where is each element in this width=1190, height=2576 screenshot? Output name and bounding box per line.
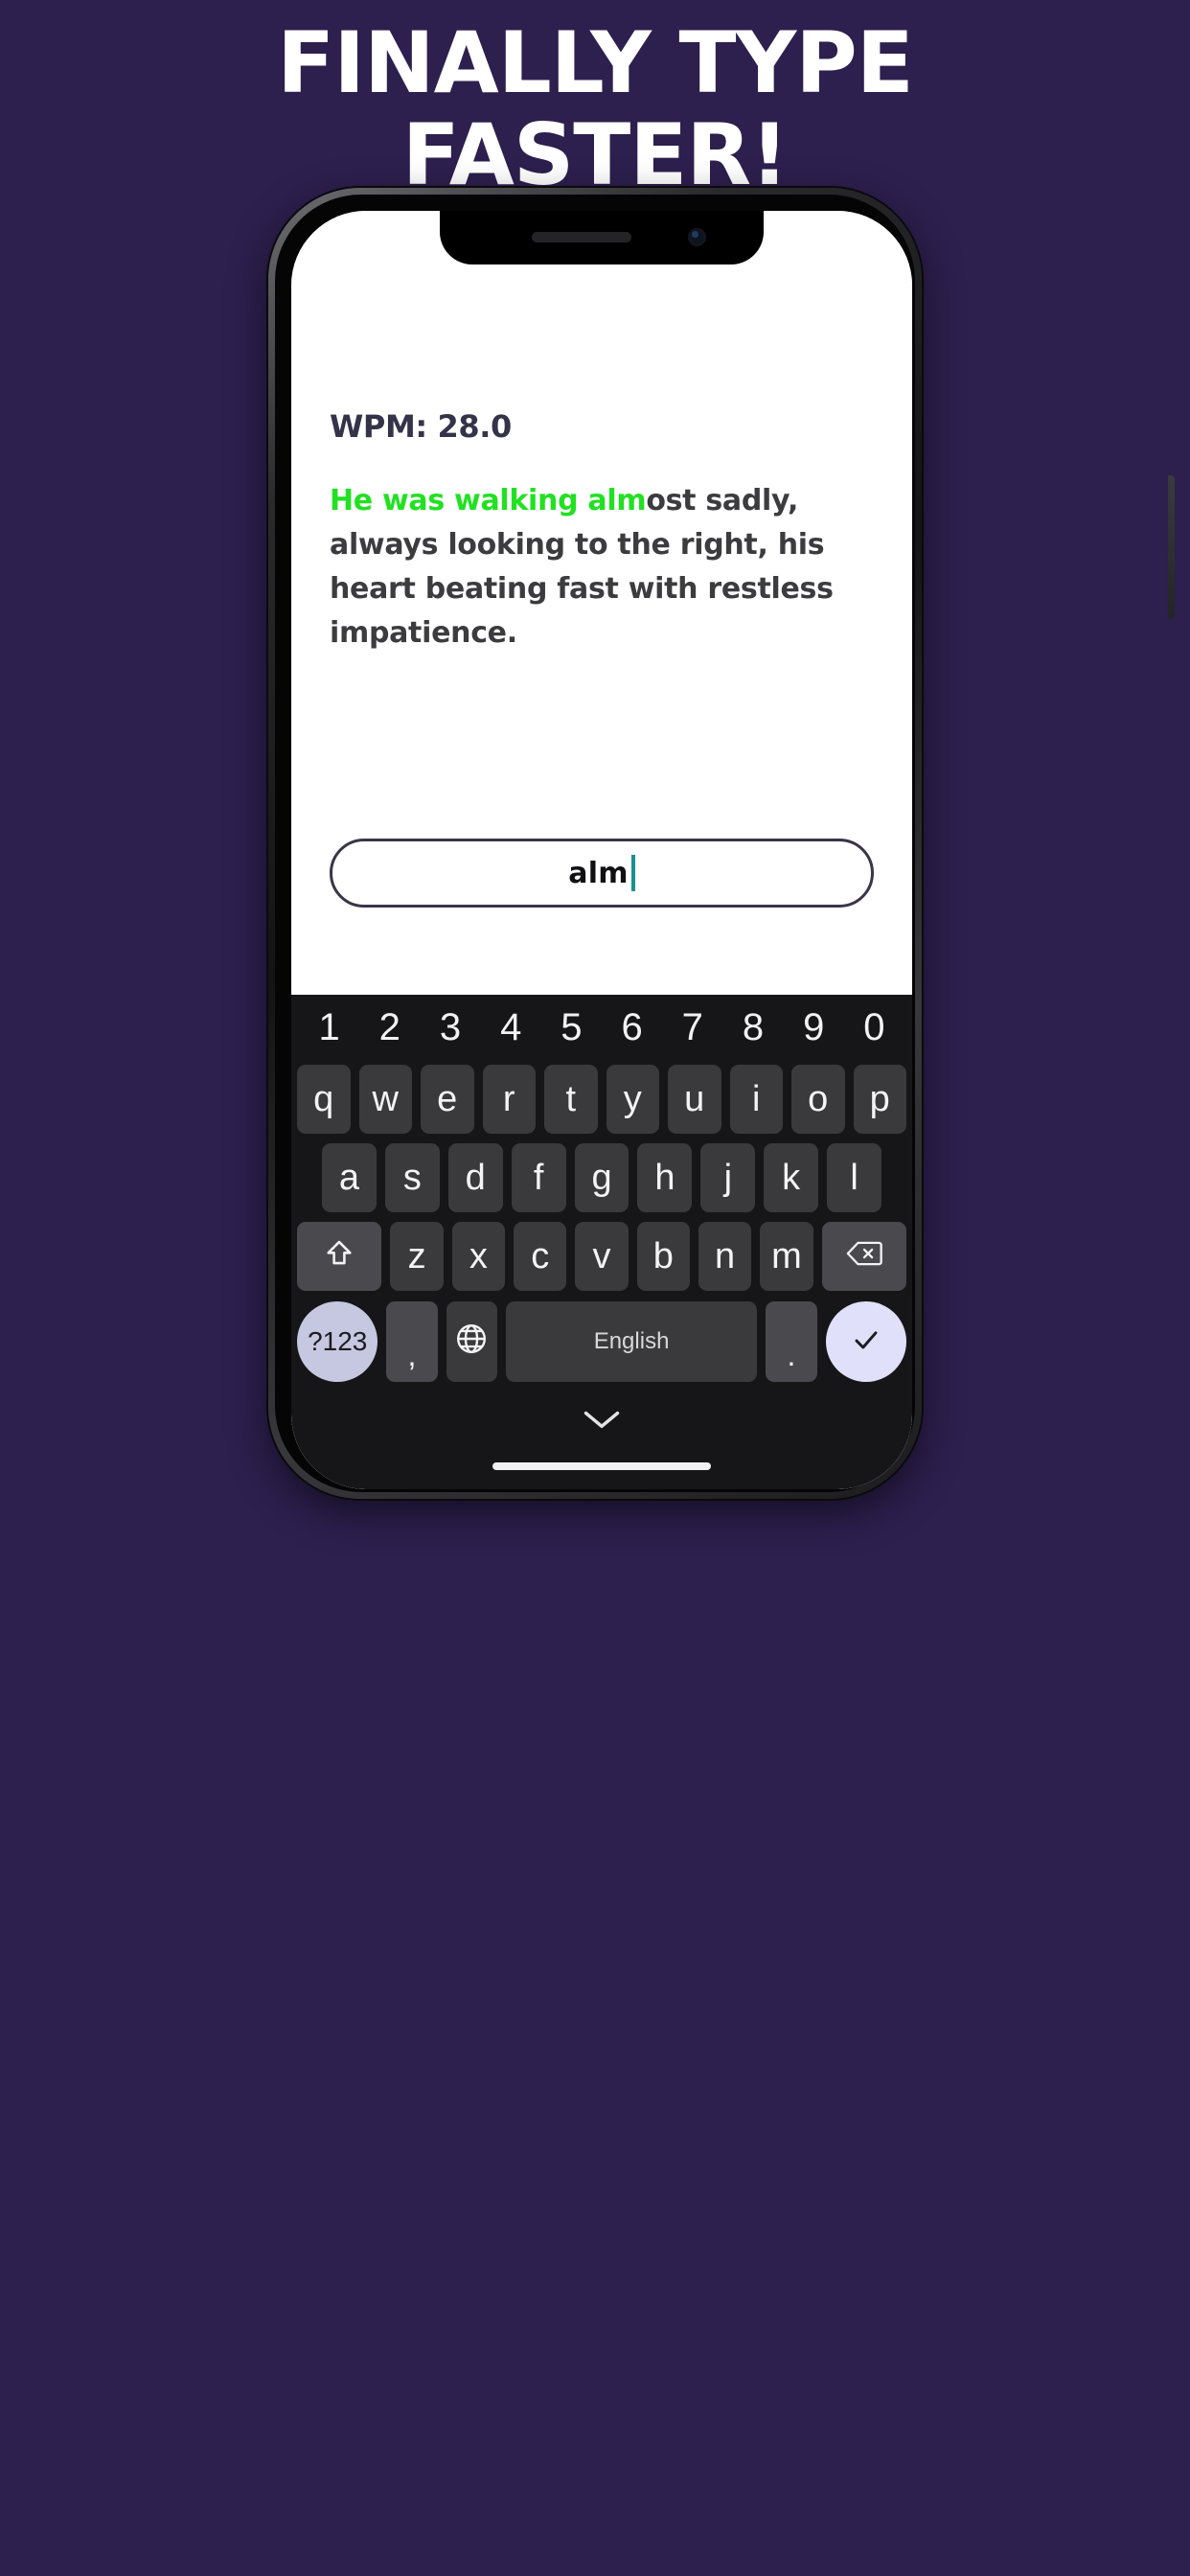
checkmark-icon: [848, 1324, 884, 1360]
power-button[interactable]: [1168, 475, 1175, 619]
phone-screen: WPM: 28.0 He was walking almost sadly, a…: [291, 211, 912, 1489]
home-indicator: [492, 1462, 711, 1470]
shift-up-arrow-icon: [323, 1237, 355, 1276]
key-n[interactable]: n: [698, 1222, 752, 1291]
hide-keyboard-row: [291, 1388, 912, 1455]
key-t[interactable]: t: [544, 1065, 598, 1134]
backspace-delete-icon: [846, 1238, 882, 1275]
key-e[interactable]: e: [421, 1065, 474, 1134]
shift-key[interactable]: [297, 1222, 382, 1291]
keyboard-number-row: 1 2 3 4 5 6 7 8 9 0: [291, 995, 912, 1060]
key-k[interactable]: k: [764, 1143, 819, 1212]
key-8[interactable]: 8: [722, 995, 783, 1060]
key-r[interactable]: r: [482, 1065, 536, 1134]
key-u[interactable]: u: [668, 1065, 721, 1134]
phone-notch: [440, 211, 764, 264]
key-7[interactable]: 7: [662, 995, 722, 1060]
key-y[interactable]: y: [606, 1065, 659, 1134]
key-5[interactable]: 5: [541, 995, 602, 1060]
key-3[interactable]: 3: [420, 995, 480, 1060]
key-0[interactable]: 0: [844, 995, 904, 1060]
key-w[interactable]: w: [358, 1065, 412, 1134]
keyboard-row-qwerty: q w e r t y u i o p: [291, 1060, 912, 1138]
on-screen-keyboard: 1 2 3 4 5 6 7 8 9 0 q w e r t y u i o p …: [291, 995, 912, 1489]
key-9[interactable]: 9: [784, 995, 844, 1060]
backspace-key[interactable]: [821, 1222, 907, 1291]
language-switch-key[interactable]: [446, 1301, 497, 1382]
key-s[interactable]: s: [384, 1143, 440, 1212]
typing-input-value: alm: [568, 856, 629, 890]
key-4[interactable]: 4: [481, 995, 541, 1060]
typing-passage: He was walking almost sadly, always look…: [330, 479, 866, 656]
key-f[interactable]: f: [511, 1143, 566, 1212]
earpiece-speaker-icon: [532, 232, 631, 242]
phone-inner-bezel: WPM: 28.0 He was walking almost sadly, a…: [275, 195, 915, 1492]
key-q[interactable]: q: [297, 1065, 351, 1134]
key-a[interactable]: a: [322, 1143, 377, 1212]
chevron-down-icon[interactable]: [581, 1406, 623, 1438]
key-x[interactable]: x: [451, 1222, 506, 1291]
key-l[interactable]: l: [827, 1143, 882, 1212]
key-1[interactable]: 1: [299, 995, 359, 1060]
passage-typed-text: He was walking alm: [330, 484, 647, 518]
key-6[interactable]: 6: [602, 995, 662, 1060]
key-o[interactable]: o: [791, 1065, 845, 1134]
comma-key[interactable]: ,: [386, 1301, 438, 1382]
globe-language-icon: [454, 1322, 489, 1363]
key-v[interactable]: v: [575, 1222, 629, 1291]
keyboard-row-zxcv: z x c v b n m: [291, 1217, 912, 1296]
promo-headline: FINALLY TYPE FASTER!: [0, 21, 1190, 197]
headline-line-1: FINALLY TYPE: [277, 13, 914, 112]
period-key[interactable]: .: [766, 1301, 817, 1382]
space-key[interactable]: English: [505, 1301, 758, 1382]
typing-app: WPM: 28.0 He was walking almost sadly, a…: [291, 211, 912, 1489]
key-j[interactable]: j: [700, 1143, 756, 1212]
key-2[interactable]: 2: [359, 995, 420, 1060]
key-b[interactable]: b: [636, 1222, 690, 1291]
key-m[interactable]: m: [760, 1222, 813, 1291]
typing-input-field[interactable]: alm: [330, 839, 874, 908]
symbols-key[interactable]: ?123: [297, 1301, 378, 1382]
enter-key[interactable]: [825, 1301, 906, 1382]
text-caret: [630, 855, 635, 891]
headline-line-2: FASTER!: [401, 105, 790, 204]
phone-frame: WPM: 28.0 He was walking almost sadly, a…: [268, 188, 1175, 1499]
key-h[interactable]: h: [637, 1143, 693, 1212]
key-z[interactable]: z: [390, 1222, 444, 1291]
phone-mockup: WPM: 28.0 He was walking almost sadly, a…: [21, 188, 1175, 1499]
keyboard-row-asdf: a s d f g h j k l: [291, 1138, 912, 1217]
keyboard-bottom-row: ?123 , English .: [291, 1296, 912, 1388]
wpm-label: WPM: 28.0: [330, 408, 512, 445]
key-p[interactable]: p: [853, 1065, 906, 1134]
key-d[interactable]: d: [447, 1143, 503, 1212]
key-g[interactable]: g: [574, 1143, 629, 1212]
key-i[interactable]: i: [729, 1065, 783, 1134]
front-camera-icon: [688, 228, 706, 246]
key-c[interactable]: c: [514, 1222, 567, 1291]
